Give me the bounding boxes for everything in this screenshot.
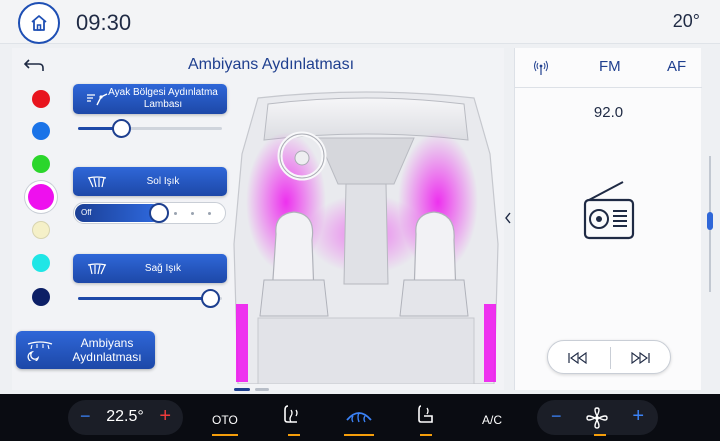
color-swatch-red[interactable] bbox=[32, 90, 50, 108]
seat-heating-indicator bbox=[288, 434, 300, 436]
rear-seat-heating-icon[interactable] bbox=[416, 404, 436, 428]
color-swatch-cyan[interactable] bbox=[32, 254, 50, 272]
right-light-icon bbox=[87, 262, 107, 274]
slider-tick bbox=[174, 212, 177, 215]
back-arrow-icon bbox=[23, 59, 44, 71]
left-light-off-label: Off bbox=[81, 208, 92, 217]
slider-tick bbox=[191, 212, 194, 215]
car-interior-illustration bbox=[233, 91, 499, 384]
auto-climate-button[interactable]: OTO bbox=[212, 413, 238, 427]
left-light-button[interactable]: Sol Işık bbox=[73, 167, 227, 196]
color-swatch-navy[interactable] bbox=[32, 288, 50, 306]
previous-track-icon[interactable] bbox=[566, 351, 588, 365]
fan-control: − + bbox=[537, 400, 658, 435]
left-light-icon bbox=[87, 175, 107, 187]
radio-frequency: 92.0 bbox=[593, 104, 624, 121]
next-track-icon[interactable] bbox=[630, 351, 652, 365]
ambient-lighting-icon bbox=[27, 341, 53, 361]
page-title: Ambiyans Aydınlatması bbox=[188, 56, 355, 73]
defrost-indicator bbox=[344, 434, 374, 436]
temp-increase-button[interactable]: + bbox=[159, 405, 171, 428]
windshield-defrost-icon[interactable] bbox=[344, 404, 374, 428]
radio-icon bbox=[583, 181, 635, 240]
ambient-lighting-panel: Ambiyans Aydınlatması Ayak Bölgesi Aydın… bbox=[12, 48, 504, 391]
footwell-light-slider-handle[interactable] bbox=[112, 119, 132, 138]
fan-increase-button[interactable]: + bbox=[632, 405, 644, 428]
media-controls bbox=[547, 340, 671, 374]
right-light-slider-fill bbox=[78, 297, 211, 300]
temperature-setpoint: 22.5° bbox=[106, 408, 144, 425]
ac-button[interactable]: A/C bbox=[482, 413, 502, 427]
rear-heating-indicator bbox=[420, 434, 432, 436]
left-light-slider[interactable]: Off bbox=[73, 202, 226, 224]
temperature-control: − 22.5° + bbox=[68, 400, 183, 435]
media-divider bbox=[610, 347, 611, 369]
footwell-light-slider[interactable] bbox=[78, 119, 222, 138]
radio-panel: FM AF 92.0 bbox=[514, 48, 702, 390]
right-light-slider[interactable] bbox=[78, 289, 222, 308]
home-icon bbox=[31, 15, 47, 31]
fan-icon bbox=[586, 407, 608, 429]
color-swatch-green[interactable] bbox=[32, 155, 50, 173]
right-light-slider-handle[interactable] bbox=[201, 289, 221, 308]
auto-indicator bbox=[212, 434, 238, 436]
radio-header: FM AF bbox=[515, 48, 702, 88]
af-toggle[interactable]: AF bbox=[667, 58, 686, 75]
status-bar: 09:30 20° bbox=[0, 0, 720, 44]
scrollbar-thumb[interactable] bbox=[707, 212, 713, 230]
color-swatch-blue[interactable] bbox=[32, 122, 50, 140]
footwell-light-icon bbox=[87, 93, 108, 106]
ambient-lighting-button-label: Ambiyans Aydınlatması bbox=[72, 336, 142, 364]
left-light-slider-handle[interactable] bbox=[149, 203, 170, 223]
ambient-lighting-button[interactable]: Ambiyans Aydınlatması bbox=[16, 331, 155, 369]
outside-temperature: 20° bbox=[672, 11, 700, 31]
climate-bar: − 22.5° + OTO A/C − + bbox=[0, 394, 720, 441]
home-button[interactable] bbox=[18, 2, 60, 44]
color-swatch-cream[interactable] bbox=[32, 221, 50, 239]
right-light-button[interactable]: Sağ Işık bbox=[73, 254, 227, 283]
band-fm-tab[interactable]: FM bbox=[599, 58, 621, 75]
color-swatch-magenta[interactable] bbox=[28, 184, 54, 210]
collapse-panel-arrow-icon[interactable] bbox=[504, 211, 512, 225]
footwell-light-button[interactable]: Ayak Bölgesi Aydınlatma Lambası bbox=[73, 84, 227, 114]
radio-signal-icon bbox=[534, 60, 548, 75]
clock: 09:30 bbox=[76, 10, 132, 35]
back-button[interactable] bbox=[20, 54, 48, 76]
fan-level-indicator bbox=[594, 434, 606, 436]
slider-tick bbox=[208, 212, 211, 215]
fan-decrease-button[interactable]: − bbox=[551, 406, 562, 427]
seat-heating-icon[interactable] bbox=[282, 404, 302, 428]
temp-decrease-button[interactable]: − bbox=[80, 406, 91, 427]
